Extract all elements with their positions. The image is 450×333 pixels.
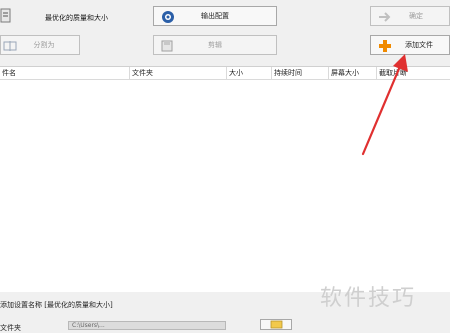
split-label: 分割为 — [33, 41, 55, 49]
folder-icon — [270, 320, 283, 329]
annotation-arrow — [361, 54, 408, 156]
split-icon — [3, 39, 19, 53]
quality-preset-label: 最优化的质量和大小 — [45, 14, 108, 22]
split-button[interactable]: 分割为 — [0, 35, 80, 55]
column-duration[interactable]: 持续时间 — [272, 67, 329, 79]
column-size[interactable]: 大小 — [227, 67, 272, 79]
output-folder-field[interactable]: C:\Users\... — [68, 321, 226, 330]
confirm-button[interactable]: 确定 — [370, 6, 450, 26]
edit-button[interactable]: 剪辑 — [153, 35, 277, 55]
preset-name-text: 添加设置名称 [最优化的质量和大小] — [0, 301, 113, 309]
output-config-icon — [160, 10, 176, 24]
browse-folder-button[interactable] — [260, 319, 292, 330]
arrow-right-icon — [377, 10, 393, 24]
add-file-label: 添加文件 — [405, 41, 433, 49]
output-config-button[interactable]: 输出配置 — [153, 6, 277, 26]
confirm-label: 确定 — [409, 12, 423, 20]
watermark-text: 软件技巧 — [320, 286, 417, 311]
output-config-label: 输出配置 — [201, 12, 229, 20]
quality-icon — [0, 8, 12, 24]
column-filename[interactable]: 件名 — [0, 67, 130, 79]
folder-label: 文件夹 — [0, 324, 21, 332]
edit-label: 剪辑 — [208, 41, 222, 49]
edit-icon — [160, 39, 176, 53]
column-folder[interactable]: 文件夹 — [130, 67, 227, 79]
